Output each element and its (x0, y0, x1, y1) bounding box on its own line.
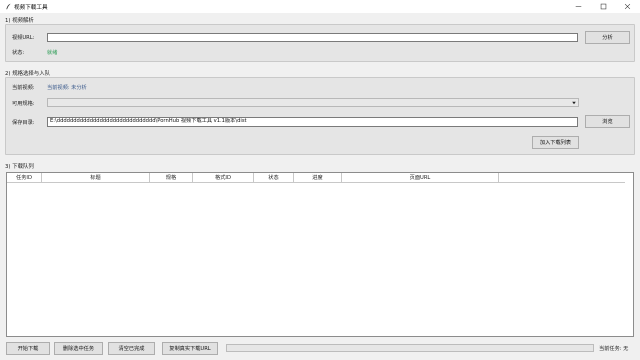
chevron-down-icon[interactable] (571, 100, 577, 106)
copy-url-button[interactable]: 复制真实下载URL (162, 342, 218, 355)
formats-label: 可用规格: (12, 101, 35, 107)
clear-completed-button[interactable]: 清空已完成 (108, 342, 155, 355)
status-label: 状态: (12, 50, 25, 56)
column-header-progress[interactable]: 进度 (294, 173, 342, 183)
close-button[interactable] (616, 0, 639, 13)
maximize-button[interactable] (592, 0, 615, 13)
title-bar: 视频下载工具 (0, 0, 640, 13)
formats-combobox[interactable] (47, 98, 579, 107)
minimize-button[interactable] (567, 0, 590, 13)
current-video-value: 当前视频: 未分析 (47, 85, 87, 91)
column-header-format-id[interactable]: 格式ID (193, 173, 254, 183)
browse-button[interactable]: 浏览 (585, 115, 630, 128)
feather-icon (6, 3, 11, 10)
column-header-title[interactable]: 标题 (42, 173, 150, 183)
save-dir-input[interactable]: E:\dddddddddddddddddddddddddddddd\PornHu… (47, 117, 578, 127)
queue-section-heading: 3) 下载队列 (5, 164, 34, 170)
save-dir-label: 保存目录: (12, 120, 35, 126)
table-scroll-area[interactable] (625, 173, 633, 336)
enqueue-button[interactable]: 加入下载列表 (532, 136, 579, 149)
start-download-button[interactable]: 开始下载 (6, 342, 50, 355)
close-icon (624, 3, 631, 10)
window-title: 视频下载工具 (14, 5, 48, 11)
column-header-status[interactable]: 状态 (254, 173, 294, 183)
parse-section-heading: 1) 视频解析 (5, 18, 34, 24)
queue-add-section-heading: 2) 规格选择与入队 (5, 71, 50, 77)
status-value: 就绪 (47, 50, 58, 56)
maximize-icon (600, 3, 607, 10)
delete-selected-button[interactable]: 删除选中任务 (54, 342, 103, 355)
minimize-icon (575, 6, 582, 7)
column-header-task-id[interactable]: 任务ID (7, 173, 42, 183)
column-header-page-url[interactable]: 页面URL (342, 173, 499, 183)
url-input[interactable] (47, 33, 578, 42)
overall-progress-bar (226, 344, 594, 352)
download-queue-table[interactable]: 任务ID 标题 规格 格式ID 状态 进度 页面URL (6, 172, 634, 337)
column-header-extra[interactable] (499, 173, 625, 183)
current-task-status: 当前任务: 无 (599, 346, 629, 352)
analyze-button[interactable]: 分析 (585, 31, 630, 44)
url-label: 视频URL: (12, 35, 35, 41)
column-header-format[interactable]: 规格 (150, 173, 193, 183)
parse-section-group (5, 24, 635, 62)
current-video-label: 当前视频: (12, 85, 35, 91)
table-header: 任务ID 标题 规格 格式ID 状态 进度 页面URL (7, 173, 633, 183)
